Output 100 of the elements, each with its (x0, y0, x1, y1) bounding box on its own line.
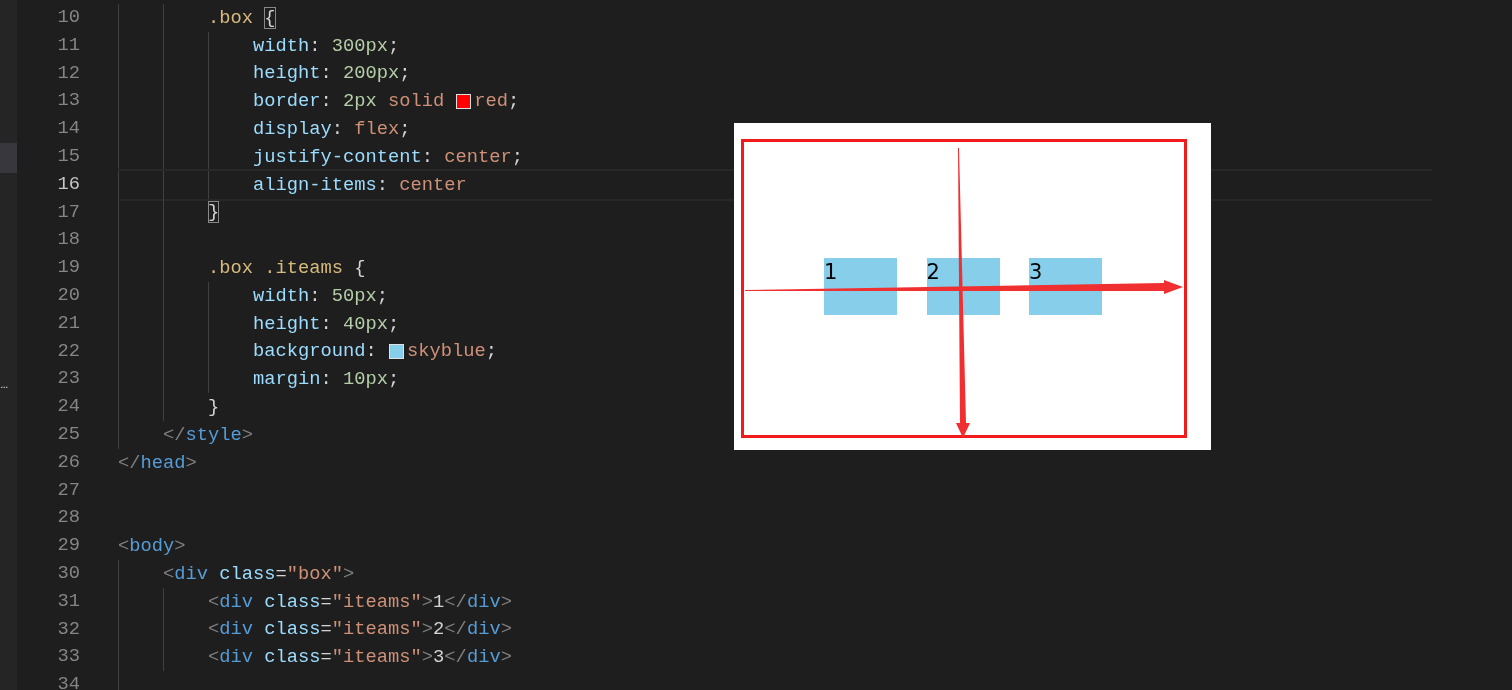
css-number: 300px (331, 34, 389, 57)
punctuation: : (365, 340, 378, 363)
tag-bracket: < (163, 562, 175, 585)
css-property: margin (253, 368, 321, 391)
color-swatch-icon[interactable] (389, 343, 405, 359)
html-tag-name: style (185, 423, 242, 446)
punctuation: ; (399, 118, 411, 141)
line-number: 25 (56, 421, 80, 447)
css-property: background (253, 340, 366, 363)
line-number: 17 (56, 199, 80, 225)
line-number: 14 (56, 116, 80, 142)
css-property: display (253, 118, 332, 141)
more-icon[interactable]: ... (0, 378, 8, 391)
html-attribute: class (263, 618, 321, 641)
line-number: 13 (56, 88, 80, 114)
line-number: 30 (56, 560, 80, 586)
line-number: 19 (56, 255, 80, 281)
css-value: solid (387, 90, 445, 113)
punctuation: ; (511, 145, 524, 168)
punctuation: ; (376, 284, 389, 307)
html-tag-name: div (174, 562, 209, 585)
punctuation: : (421, 145, 435, 168)
attribute-string: "iteams" (331, 646, 422, 669)
css-property: justify-content (253, 145, 422, 168)
html-attribute: class (218, 562, 276, 585)
attribute-string: "box" (286, 562, 344, 585)
line-number: 18 (56, 227, 80, 253)
tag-bracket: </ (444, 646, 467, 669)
punctuation: ; (485, 340, 498, 363)
line-number: 15 (56, 144, 80, 169)
punctuation: ; (388, 34, 400, 57)
punctuation: { (353, 257, 366, 280)
punctuation: ; (508, 90, 520, 113)
html-tag-name: div (466, 646, 501, 669)
css-value: skyblue (407, 340, 486, 363)
html-tag-name: div (466, 618, 501, 641)
punctuation: : (320, 62, 333, 85)
css-number: 2px (343, 90, 377, 113)
punctuation: = (320, 646, 332, 669)
flex-item: 1 (824, 258, 897, 315)
css-selector: .box .iteams (208, 257, 344, 280)
tag-bracket: > (185, 451, 197, 474)
punctuation: : (309, 34, 322, 57)
css-property: border (253, 90, 321, 113)
punctuation: : (376, 173, 390, 196)
html-tag-name: div (219, 646, 254, 669)
tag-bracket: </ (118, 451, 141, 474)
code-text: 2 (433, 618, 445, 641)
tag-bracket: > (343, 562, 355, 585)
css-value: center (399, 173, 467, 196)
tag-bracket: < (118, 535, 130, 558)
matched-brace: { (264, 6, 276, 29)
punctuation: ; (388, 312, 400, 335)
matched-brace: } (208, 201, 220, 224)
attribute-string: "iteams" (331, 590, 422, 613)
punctuation: = (275, 562, 287, 585)
punctuation: = (320, 618, 332, 641)
css-property: align-items (253, 173, 377, 196)
css-selector: .box (208, 6, 253, 29)
line-number: 34 (56, 672, 80, 690)
punctuation: = (320, 590, 332, 613)
line-number: 22 (56, 338, 80, 364)
color-swatch-icon[interactable] (456, 93, 472, 109)
tag-bracket: > (500, 590, 512, 613)
attribute-string: "iteams" (331, 618, 422, 641)
tag-bracket: > (500, 646, 512, 669)
punctuation: : (331, 118, 345, 141)
tag-bracket: </ (163, 423, 186, 446)
html-tag-name: body (129, 535, 175, 558)
tag-bracket: > (421, 590, 434, 613)
html-tag-name: div (219, 590, 254, 613)
punctuation: : (309, 284, 322, 307)
punctuation: ; (388, 368, 400, 391)
tag-bracket: </ (444, 618, 467, 641)
tag-bracket: < (208, 646, 220, 669)
line-number: 11 (56, 32, 80, 58)
tag-bracket: </ (444, 590, 467, 613)
html-tag-name: div (219, 618, 254, 641)
html-attribute: class (263, 590, 321, 613)
line-number: 20 (56, 282, 80, 308)
line-number: 29 (56, 533, 80, 559)
css-value: center (444, 145, 512, 168)
line-number: 28 (56, 505, 80, 531)
line-number: 24 (56, 394, 80, 420)
line-number: 16 (56, 171, 80, 197)
html-tag-name: head (140, 451, 186, 474)
css-property: height (253, 62, 321, 85)
css-property: width (253, 34, 310, 57)
line-number: 26 (56, 449, 80, 475)
tag-bracket: < (208, 590, 220, 613)
punctuation: : (320, 312, 333, 335)
line-number: 10 (56, 5, 80, 30)
tag-bracket: > (241, 423, 254, 446)
css-number: 200px (343, 62, 400, 85)
code-text: 1 (433, 590, 445, 613)
line-number: 33 (56, 644, 80, 670)
line-number: 21 (56, 310, 80, 336)
html-attribute: class (263, 646, 321, 669)
punctuation: : (320, 368, 333, 391)
css-property: height (253, 312, 321, 335)
